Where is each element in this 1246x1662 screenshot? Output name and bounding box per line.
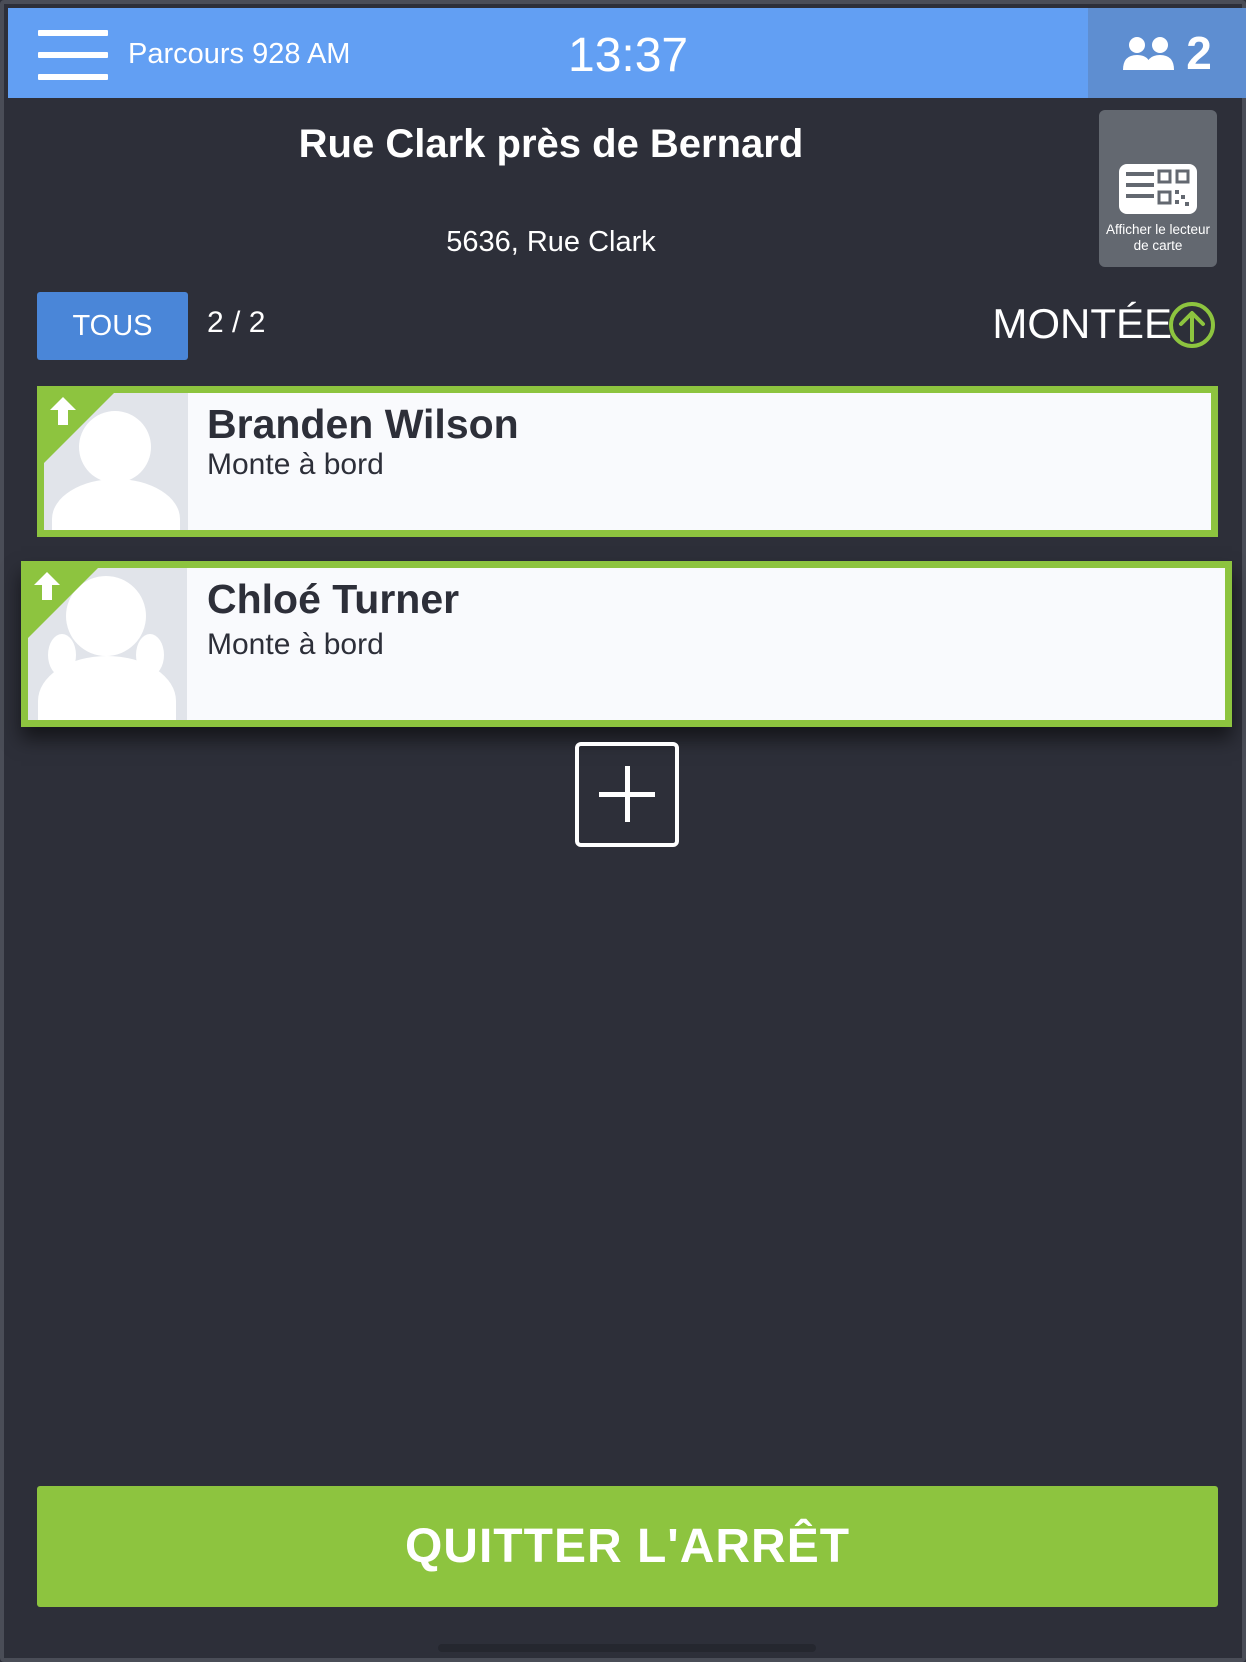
users-icon: [1123, 37, 1175, 70]
rider-status: Monte à bord: [207, 448, 384, 481]
rider-card[interactable]: Chloé Turner Monte à bord: [21, 561, 1232, 727]
route-title: Parcours 928 AM: [128, 38, 351, 70]
rider-count-button[interactable]: 2: [1088, 8, 1246, 98]
rider-counter: 2 / 2: [207, 306, 266, 339]
up-arrow-icon: [50, 397, 76, 425]
top-bar: Parcours 928 AM 13:37 2: [8, 8, 1246, 98]
stop-address: 5636, Rue Clark: [446, 226, 656, 258]
direction-label: MONTÉE: [992, 300, 1172, 347]
rider-name: Branden Wilson: [207, 401, 519, 447]
filter-all-button[interactable]: TOUS: [37, 292, 188, 360]
exit-stop-button[interactable]: QUITTER L'ARRÊT: [37, 1486, 1218, 1607]
rider-count-value: 2: [1186, 27, 1212, 79]
app-frame: Parcours 928 AM 13:37 2 Rue Clark près d…: [0, 0, 1246, 1662]
add-rider-button[interactable]: [575, 742, 679, 847]
clock: 13:37: [568, 29, 689, 82]
boarding-arrow-icon: [1169, 302, 1215, 348]
up-arrow-icon: [34, 572, 60, 600]
rider-card[interactable]: Branden Wilson Monte à bord: [37, 386, 1218, 537]
home-indicator[interactable]: [438, 1644, 816, 1652]
rider-status: Monte à bord: [207, 628, 384, 661]
rider-name: Chloé Turner: [207, 576, 460, 622]
card-reader-icon: [1119, 164, 1197, 214]
card-reader-button[interactable]: Afficher le lecteur de carte: [1099, 110, 1217, 267]
card-reader-label: Afficher le lecteur de carte: [1105, 222, 1211, 253]
hamburger-menu-icon[interactable]: [38, 30, 110, 82]
stop-name: Rue Clark près de Bernard: [298, 122, 804, 166]
